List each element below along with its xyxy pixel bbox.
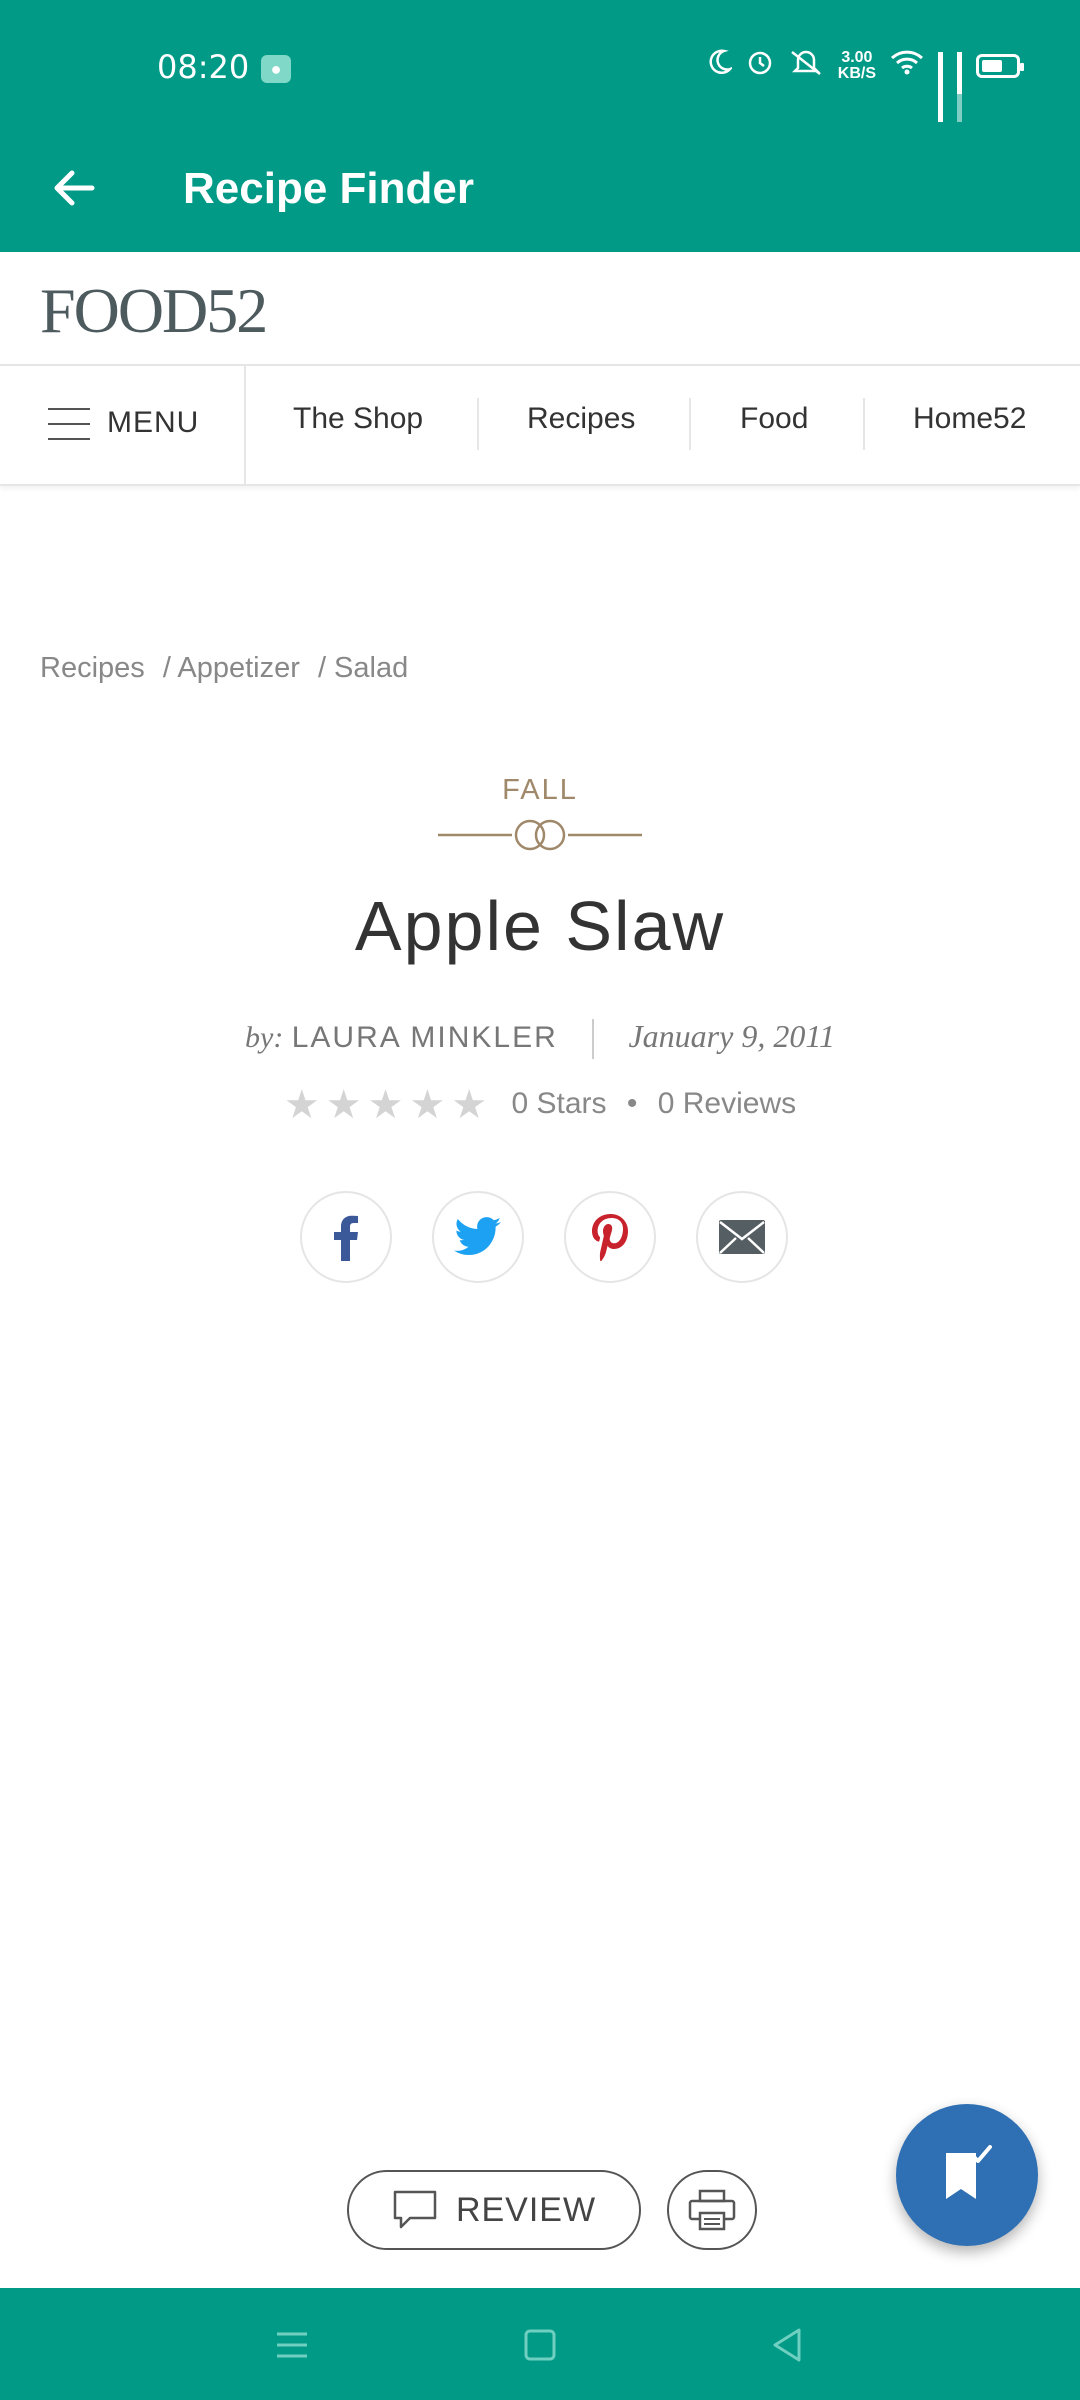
- signal-icon: [957, 51, 962, 122]
- notification-app-icon: ●: [261, 55, 291, 83]
- reviews-link[interactable]: 0 Reviews: [658, 1087, 796, 1120]
- wifi-icon: [890, 49, 924, 82]
- nav-item-home52[interactable]: Home52: [913, 402, 1026, 436]
- hamburger-icon: [48, 408, 90, 453]
- share-pinterest-button[interactable]: [564, 1191, 656, 1283]
- byline-divider: [592, 1019, 595, 1060]
- ornament-divider-icon: [438, 819, 642, 851]
- brand-header: FOOD52: [0, 252, 1080, 366]
- app-bar: Recipe Finder: [0, 134, 1080, 252]
- back-nav-icon[interactable]: [763, 2320, 813, 2370]
- bookmark-check-icon: [946, 2145, 992, 2199]
- author-link[interactable]: LAURA MINKLER: [292, 1021, 558, 1054]
- printer-icon: [688, 2189, 736, 2231]
- moon-icon: [708, 49, 734, 82]
- breadcrumb-recipes[interactable]: Recipes: [40, 652, 145, 684]
- recipe-byline: by: LAURA MINKLER January 9, 2011: [0, 1018, 1080, 1060]
- nav-item-food[interactable]: Food: [740, 402, 808, 436]
- menu-label: MENU: [107, 406, 200, 439]
- battery-icon: [976, 53, 1024, 78]
- share-buttons: [300, 1191, 788, 1283]
- breadcrumb: Recipes / Appetizer / Salad: [40, 652, 418, 685]
- system-nav-bar: [0, 2288, 1080, 2400]
- nav-item-the-shop[interactable]: The Shop: [293, 402, 423, 436]
- email-icon: [719, 1220, 765, 1254]
- twitter-icon: [454, 1217, 501, 1255]
- status-bar: 08:20 ● 3.00 KB/S: [0, 0, 1080, 134]
- site-nav: MENU The Shop Recipes Food Home52: [0, 366, 1080, 486]
- comment-icon: [393, 2190, 437, 2229]
- review-label: REVIEW: [455, 2190, 597, 2229]
- rating-row: ★★★★★ 0 Stars • 0 Reviews: [0, 1082, 1080, 1128]
- back-button[interactable]: [46, 158, 106, 218]
- pinterest-icon: [592, 1214, 628, 1261]
- share-email-button[interactable]: [696, 1191, 788, 1283]
- print-button[interactable]: [667, 2170, 757, 2250]
- net-speed-value: 3.00: [841, 48, 873, 66]
- stars-count: 0 Stars: [511, 1086, 607, 1120]
- share-twitter-button[interactable]: [432, 1191, 524, 1283]
- home-icon[interactable]: [515, 2320, 565, 2370]
- arrow-left-icon: [54, 170, 95, 206]
- share-facebook-button[interactable]: [300, 1191, 392, 1283]
- food52-logo[interactable]: FOOD52: [40, 274, 268, 348]
- recipe-tag[interactable]: FALL: [0, 774, 1080, 807]
- by-prefix: by:: [245, 1021, 284, 1054]
- publish-date: January 9, 2011: [628, 1018, 835, 1054]
- signal-icon: [938, 51, 943, 122]
- status-time: 08:20: [157, 48, 250, 86]
- mute-icon: [788, 48, 824, 83]
- menu-button[interactable]: MENU: [0, 366, 246, 484]
- status-icons: 3.00 KB/S: [708, 48, 1024, 122]
- alarm-icon: [746, 48, 774, 83]
- recipe-title: Apple Slaw: [354, 887, 726, 965]
- bottom-actions: REVIEW: [347, 2170, 757, 2250]
- rating-separator: •: [626, 1086, 638, 1120]
- facebook-icon: [334, 1215, 358, 1261]
- recent-apps-icon[interactable]: [267, 2320, 317, 2370]
- nav-item-recipes[interactable]: Recipes: [527, 402, 635, 436]
- nav-divider: [477, 398, 479, 450]
- net-speed: 3.00 KB/S: [837, 48, 876, 82]
- net-speed-unit: KB/S: [837, 64, 876, 82]
- nav-divider: [863, 398, 865, 450]
- star-rating-icon[interactable]: ★★★★★: [284, 1083, 493, 1127]
- save-recipe-fab[interactable]: [896, 2104, 1038, 2246]
- app-title: Recipe Finder: [183, 164, 474, 213]
- review-button[interactable]: REVIEW: [347, 2170, 641, 2250]
- nav-divider: [689, 398, 691, 450]
- breadcrumb-appetizer[interactable]: / Appetizer: [163, 652, 300, 684]
- breadcrumb-salad[interactable]: / Salad: [318, 652, 408, 684]
